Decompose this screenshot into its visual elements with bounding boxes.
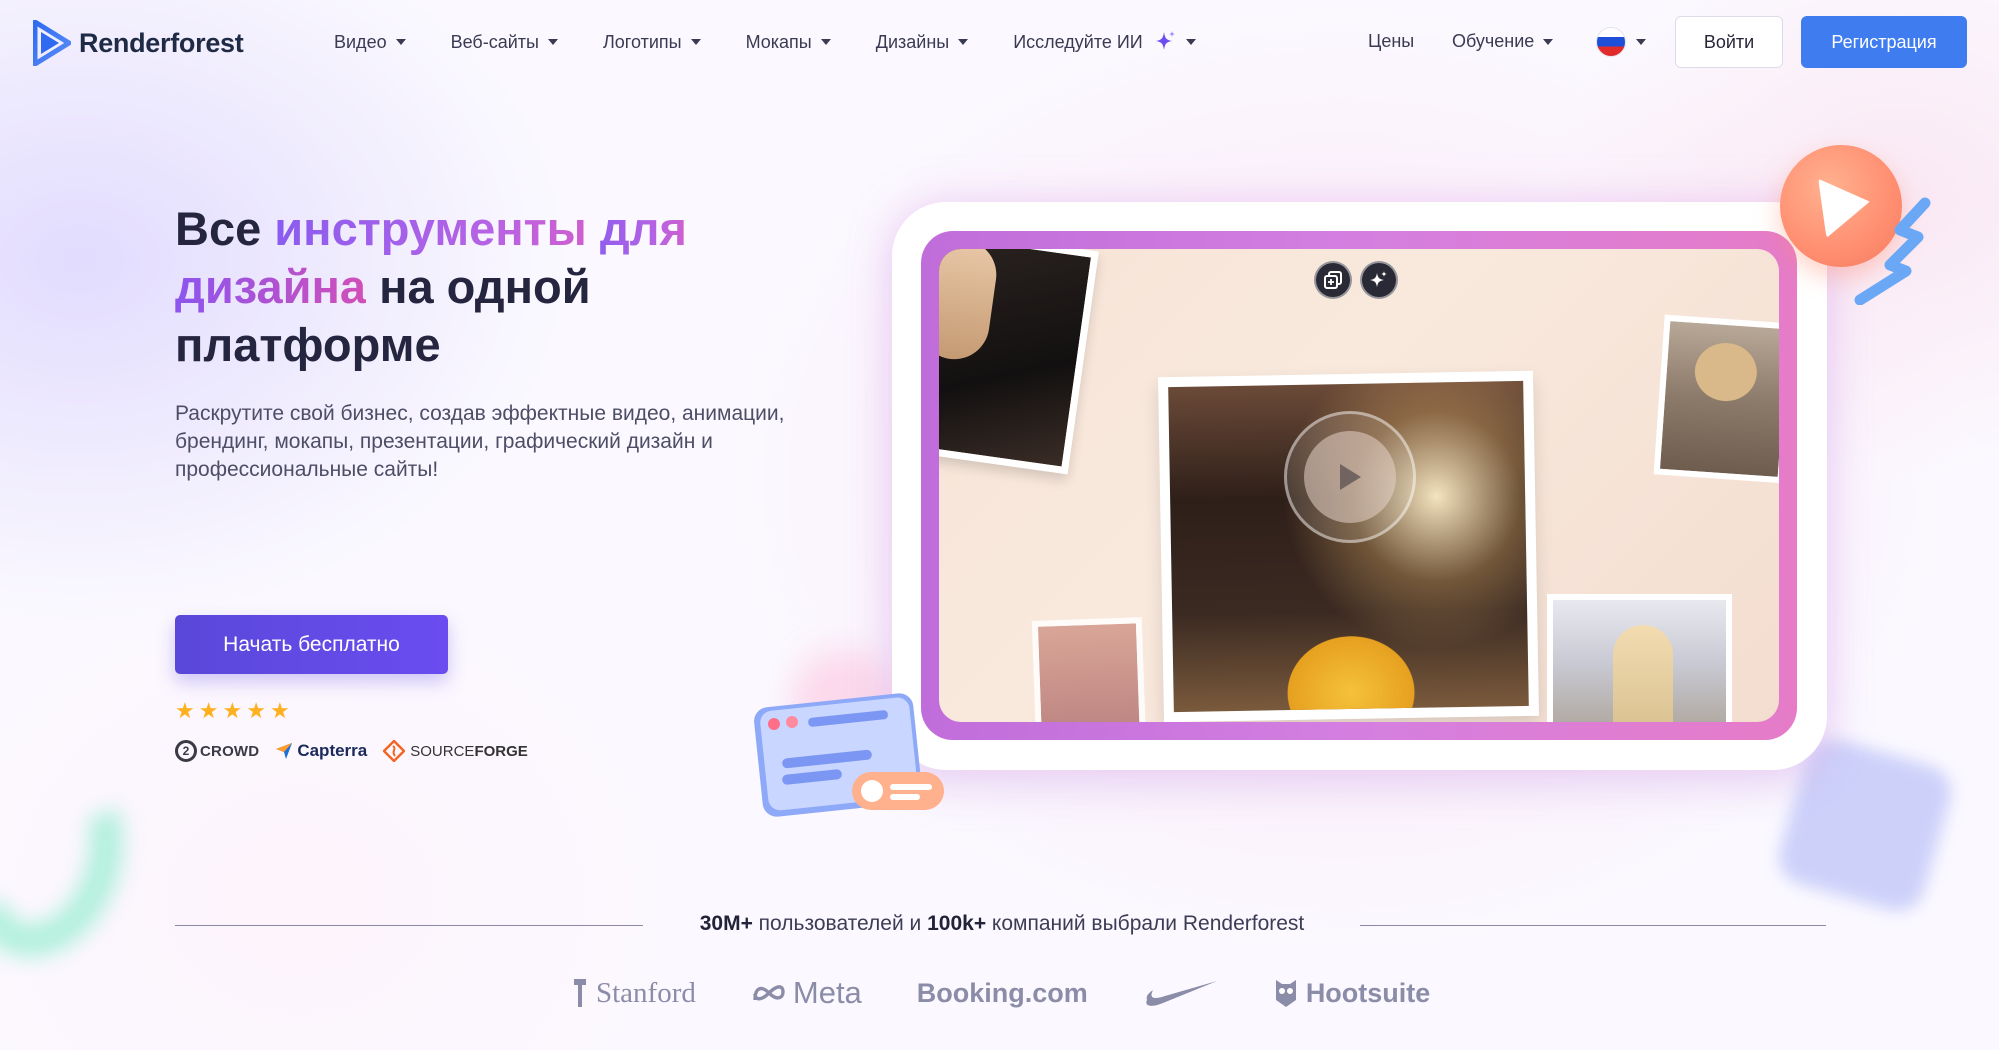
nike-swoosh-icon xyxy=(1146,981,1217,1006)
brand-name: Booking.com xyxy=(916,977,1088,1008)
logo-text: Renderforest xyxy=(79,27,244,58)
sparkle-glyph xyxy=(1370,271,1387,287)
capterra-logo-text: Capterra xyxy=(297,741,368,760)
hootsuite-logo: Hootsuite xyxy=(1274,977,1431,1009)
caret-down-icon xyxy=(958,39,969,45)
star-icon: ★ xyxy=(198,698,219,723)
sourceforge-icon xyxy=(383,740,406,762)
divider-line xyxy=(175,925,643,926)
caret-down-icon xyxy=(395,39,406,45)
decorative-green-swirl xyxy=(0,740,150,980)
meta-infinity-icon xyxy=(753,985,785,1001)
register-button[interactable]: Регистрация xyxy=(1801,16,1967,68)
duplicate-glyph xyxy=(1324,271,1342,289)
nav-item-designs[interactable]: Дизайны xyxy=(875,31,969,53)
nav-item-label: Логотипы xyxy=(602,31,682,52)
brand-name: Meta xyxy=(792,975,862,1010)
sourceforge-text-a: SOURCE xyxy=(410,742,475,760)
renderforest-logo[interactable]: Renderforest xyxy=(33,20,244,66)
play-button-inner xyxy=(1304,431,1396,523)
nav-item-mockups[interactable]: Мокапы xyxy=(746,32,831,53)
caret-down-icon xyxy=(820,39,831,45)
renderforest-logo-icon xyxy=(33,20,71,66)
capterra-icon xyxy=(276,743,293,759)
nav-item-learning[interactable]: Обучение xyxy=(1452,31,1554,52)
client-logos: Stanford Meta Booking.com Hootsuite xyxy=(570,975,1485,1011)
video-tools xyxy=(1314,261,1398,299)
star-icon: ★ xyxy=(222,698,243,723)
russian-flag-icon xyxy=(1596,27,1626,57)
hero-title-highlight: дизайна xyxy=(175,260,367,313)
nav-item-logos[interactable]: Логотипы xyxy=(603,32,701,53)
sourceforge-logo-text: SOURCEFORGE xyxy=(410,743,528,760)
hootsuite-owl-icon xyxy=(1275,980,1296,1007)
hero-title-highlight: для xyxy=(586,202,687,255)
photo-collage-item xyxy=(939,249,1099,475)
nav-item-label: Видео xyxy=(334,31,387,52)
nav-item-label: Исследуйте ИИ xyxy=(1013,31,1143,52)
start-free-button[interactable]: Начать бесплатно xyxy=(175,615,448,674)
hero-title: Все инструменты для дизайна на одной плат… xyxy=(175,200,815,374)
trust-text: компаний выбрали Renderforest xyxy=(986,912,1305,935)
trust-text: пользователей и xyxy=(752,912,928,935)
g2-crowd-logo: 2 CROWD xyxy=(175,740,259,762)
decorative-squiggle xyxy=(1854,197,1931,305)
stanford-tree-icon xyxy=(574,979,586,1007)
caret-down-icon xyxy=(1543,38,1554,45)
brand-name: Stanford xyxy=(596,976,696,1009)
hero-title-text: Все xyxy=(175,202,275,255)
duplicate-icon[interactable] xyxy=(1314,261,1352,299)
users-count: 30M+ xyxy=(699,912,753,935)
brand-name: Hootsuite xyxy=(1305,977,1431,1008)
decorative-browser-card xyxy=(754,693,944,817)
nav-item-explore-ai[interactable]: Исследуйте ИИ xyxy=(1013,30,1196,54)
nav-item-websites[interactable]: Веб-сайты xyxy=(451,32,558,53)
sourceforge-logo: SOURCEFORGE xyxy=(383,740,528,762)
g2-icon: 2 xyxy=(175,740,197,762)
capterra-logo: Capterra xyxy=(275,741,367,761)
caret-down-icon xyxy=(547,39,558,45)
meta-logo: Meta xyxy=(751,975,862,1011)
review-sites: 2 CROWD Capterra SOURCEFORGE xyxy=(175,740,528,762)
star-icon: ★ xyxy=(246,698,266,723)
caret-down-icon xyxy=(690,39,701,45)
ai-sparkle-icon[interactable] xyxy=(1360,261,1398,299)
nike-logo xyxy=(1143,978,1219,1008)
divider-line xyxy=(1360,925,1826,926)
login-button[interactable]: Войти xyxy=(1675,16,1783,68)
nav-item-video[interactable]: Видео xyxy=(334,32,406,53)
hero-title-highlight: инструменты xyxy=(274,202,587,255)
trust-statement: 30M+ пользователей и 100k+ компаний выбр… xyxy=(655,912,1349,936)
caret-down-icon xyxy=(1185,39,1196,45)
star-icon: ★ xyxy=(175,698,195,723)
top-navbar: Renderforest Видео Веб-сайты Логотипы Мо… xyxy=(0,0,1999,84)
g2-logo-text: CROWD xyxy=(200,742,260,760)
caret-down-icon xyxy=(1636,39,1646,45)
play-icon xyxy=(1340,464,1361,490)
photo-collage-item xyxy=(1031,617,1147,722)
companies-count: 100k+ xyxy=(927,912,987,935)
nav-item-label: Мокапы xyxy=(745,31,812,52)
star-icon: ★ xyxy=(269,698,290,723)
rating-stars: ★ ★ ★ ★ ★ xyxy=(175,700,290,722)
hero-subtitle: Раскрутите свой бизнес, создав эффектные… xyxy=(175,402,785,481)
photo-collage-item xyxy=(1653,314,1779,484)
nav-item-label: Обучение xyxy=(1452,31,1535,51)
main-menu: Видео Веб-сайты Логотипы Мокапы Дизайны … xyxy=(334,30,1241,54)
nav-item-label: Дизайны xyxy=(875,31,950,52)
sparkle-icon xyxy=(1155,31,1175,50)
play-button[interactable] xyxy=(1284,411,1416,543)
video-preview-border xyxy=(921,231,1797,740)
nav-item-label: Веб-сайты xyxy=(450,31,539,52)
photo-collage-item xyxy=(1547,594,1732,722)
language-selector[interactable] xyxy=(1596,27,1646,57)
stanford-logo: Stanford xyxy=(570,977,696,1010)
video-preview[interactable] xyxy=(939,249,1779,722)
nav-item-prices[interactable]: Цены xyxy=(1368,31,1414,52)
sourceforge-text-b: FORGE xyxy=(474,742,528,760)
booking-logo: Booking.com xyxy=(917,978,1088,1009)
